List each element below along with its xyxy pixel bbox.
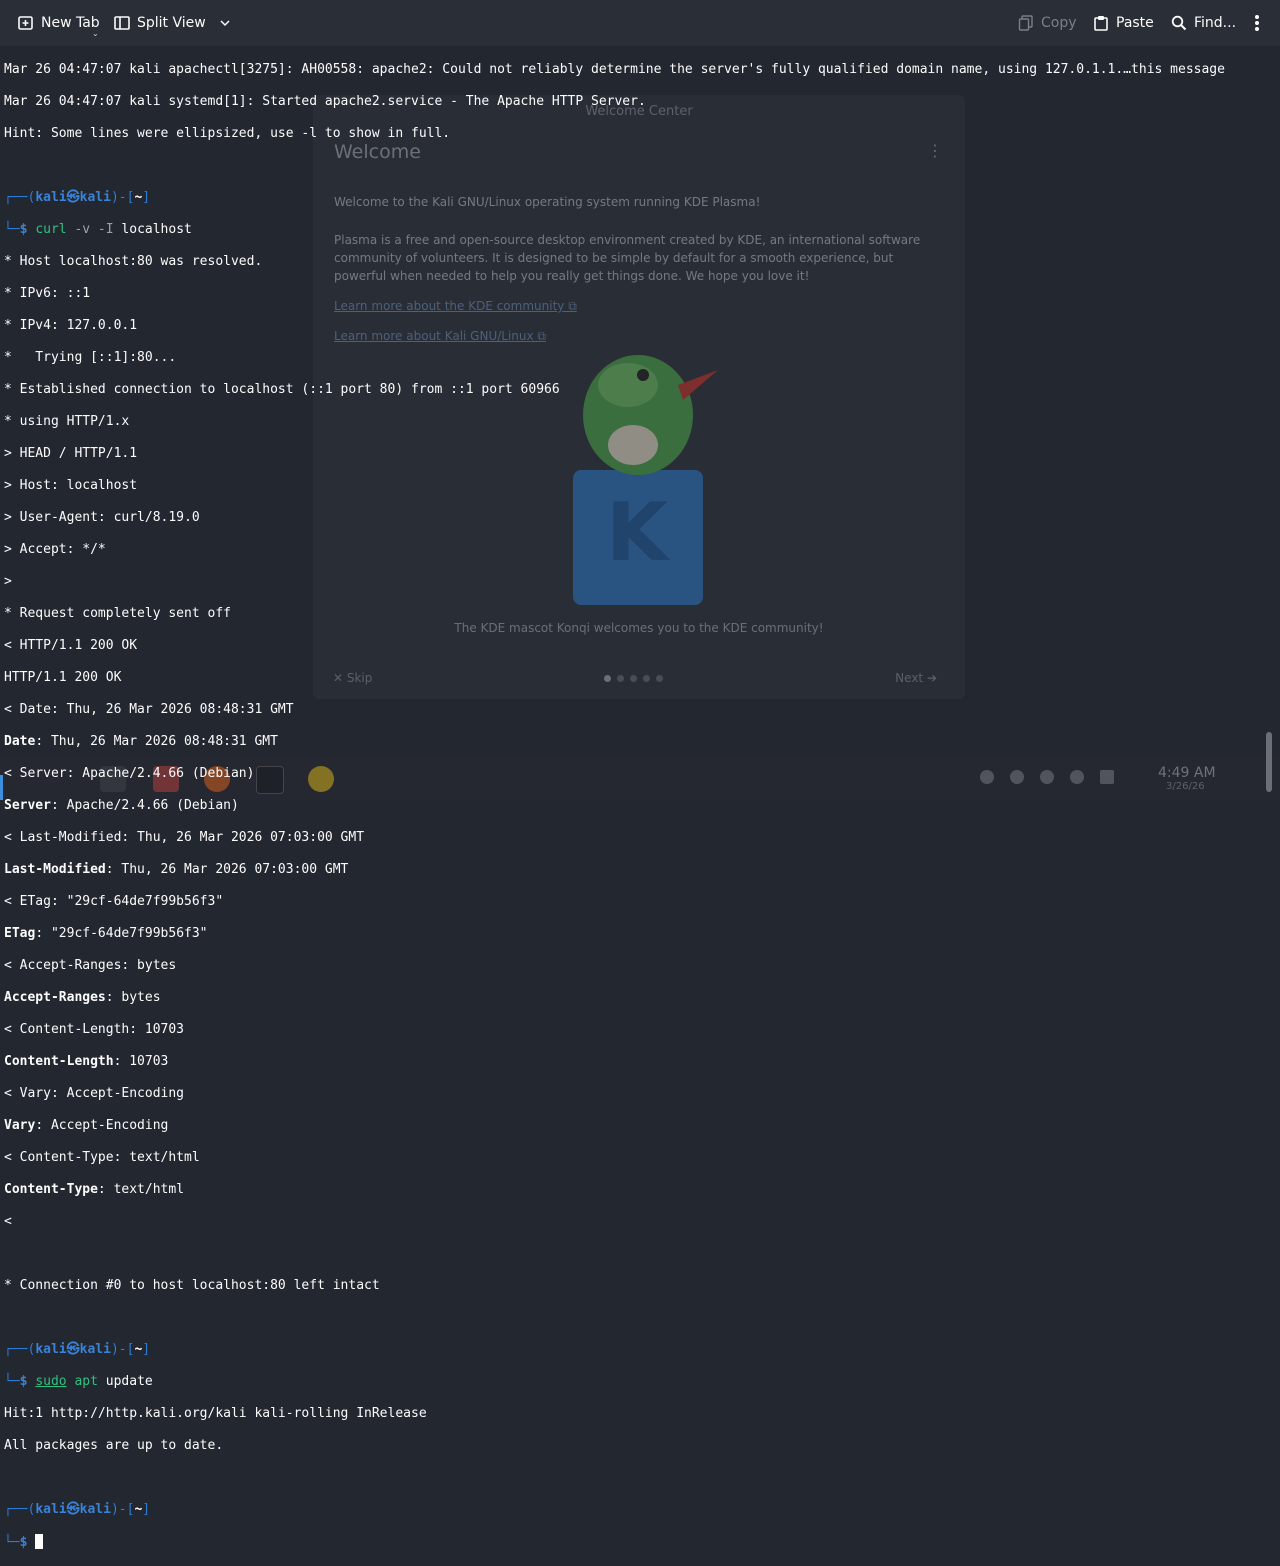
split-view-button[interactable]: Split View	[114, 0, 231, 46]
terminal-toolbar: New Tab ⌄ Split View Copy Paste Find...	[0, 0, 1280, 46]
output-line: > Host: localhost	[4, 478, 138, 493]
split-view-icon	[114, 16, 130, 30]
header-line: Server: Apache/2.4.66 (Debian)	[4, 798, 239, 813]
chevron-down-icon[interactable]	[219, 17, 231, 29]
output-line: All packages are up to date.	[4, 1438, 224, 1453]
header-line: Last-Modified: Thu, 26 Mar 2026 07:03:00…	[4, 862, 349, 877]
find-label: Find...	[1194, 15, 1237, 31]
paste-button[interactable]: Paste	[1093, 0, 1154, 46]
scrollbar-thumb[interactable]	[1266, 732, 1272, 792]
output-line: * Host localhost:80 was resolved.	[4, 254, 263, 269]
output-line: * Request completely sent off	[4, 606, 231, 621]
output-line: < HTTP/1.1 200 OK	[4, 638, 138, 653]
output-line: <	[4, 1214, 12, 1229]
prompt-line: ┌──(kali㉿kali)-[~]	[4, 1502, 151, 1517]
output-line: > Accept: */*	[4, 542, 106, 557]
output-line: < ETag: "29cf-64de7f99b56f3"	[4, 894, 224, 909]
output-line: < Date: Thu, 26 Mar 2026 08:48:31 GMT	[4, 702, 294, 717]
paste-label: Paste	[1116, 15, 1154, 31]
output-line: * Trying [::1]:80...	[4, 350, 177, 365]
header-line: Content-Type: text/html	[4, 1182, 185, 1197]
terminal-output[interactable]: Mar 26 04:47:07 kali apachectl[3275]: AH…	[4, 46, 1266, 1550]
output-line: < Accept-Ranges: bytes	[4, 958, 177, 973]
output-line: * Connection #0 to host localhost:80 lef…	[4, 1278, 380, 1293]
output-line: Hit:1 http://http.kali.org/kali kali-rol…	[4, 1406, 427, 1421]
output-line: < Vary: Accept-Encoding	[4, 1086, 185, 1101]
new-tab-label: New Tab	[41, 15, 100, 31]
output-line: < Server: Apache/2.4.66 (Debian)	[4, 766, 255, 781]
command-line: └─$ curl -v -I localhost	[4, 222, 192, 237]
text-cursor	[35, 1534, 44, 1549]
output-line: < Last-Modified: Thu, 26 Mar 2026 07:03:…	[4, 830, 365, 845]
copy-icon	[1018, 15, 1033, 31]
search-icon	[1171, 15, 1187, 31]
prompt-line: ┌──(kali㉿kali)-[~]	[4, 190, 151, 205]
paste-icon	[1094, 16, 1108, 31]
header-line: Vary: Accept-Encoding	[4, 1118, 169, 1133]
new-tab-icon	[18, 16, 33, 30]
new-tab-dropdown-icon[interactable]: ⌄	[92, 29, 99, 38]
copy-button[interactable]: Copy	[1018, 0, 1077, 46]
command-line[interactable]: └─$	[4, 1534, 1266, 1550]
output-line: > User-Agent: curl/8.19.0	[4, 510, 200, 525]
output-line: < Content-Type: text/html	[4, 1150, 200, 1165]
output-line: * using HTTP/1.x	[4, 414, 130, 429]
command-name: curl	[35, 222, 67, 237]
output-line: * IPv4: 127.0.0.1	[4, 318, 138, 333]
header-line: Content-Length: 10703	[4, 1054, 169, 1069]
output-line: * Established connection to localhost (:…	[4, 382, 560, 397]
hamburger-menu-button[interactable]	[1250, 0, 1264, 46]
log-line: Mar 26 04:47:07 kali apachectl[3275]: AH…	[4, 62, 1225, 77]
kebab-menu-icon	[1255, 15, 1259, 31]
log-line: Mar 26 04:47:07 kali systemd[1]: Started…	[4, 94, 646, 109]
log-line: Hint: Some lines were ellipsized, use -l…	[4, 126, 451, 141]
prompt-line: ┌──(kali㉿kali)-[~]	[4, 1342, 151, 1357]
header-line: Date: Thu, 26 Mar 2026 08:48:31 GMT	[4, 734, 278, 749]
header-line: Accept-Ranges: bytes	[4, 990, 161, 1005]
focus-indicator	[0, 775, 3, 800]
new-tab-button[interactable]: New Tab	[18, 0, 100, 46]
output-line: > HEAD / HTTP/1.1	[4, 446, 138, 461]
output-line: HTTP/1.1 200 OK	[4, 670, 122, 685]
output-line: < Content-Length: 10703	[4, 1022, 185, 1037]
find-button[interactable]: Find...	[1171, 0, 1236, 46]
header-line: ETag: "29cf-64de7f99b56f3"	[4, 926, 208, 941]
command-line: └─$ sudo apt update	[4, 1374, 153, 1389]
copy-label: Copy	[1041, 15, 1077, 31]
output-line: >	[4, 574, 12, 589]
split-view-label: Split View	[137, 15, 206, 31]
output-line: * IPv6: ::1	[4, 286, 91, 301]
